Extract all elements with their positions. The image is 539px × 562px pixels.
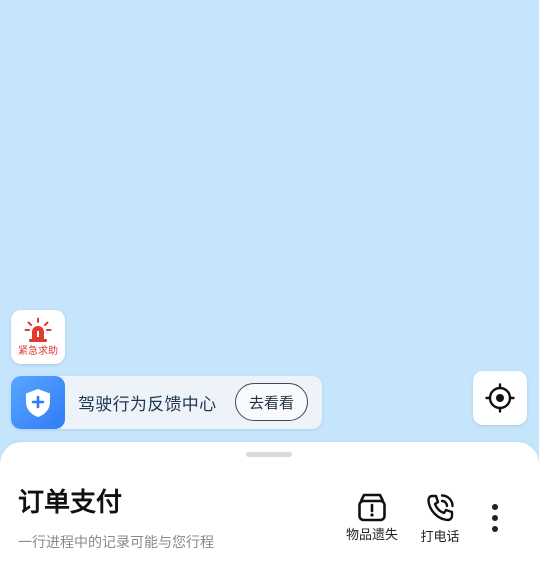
phone-call-icon: [427, 494, 454, 522]
emergency-help-button[interactable]: 紧急求助: [11, 310, 65, 364]
locate-crosshair-icon: [485, 383, 515, 413]
shield-plus-icon: [26, 388, 50, 417]
drag-handle[interactable]: [246, 452, 292, 457]
lost-item-button[interactable]: 物品遗失: [341, 492, 403, 544]
more-vertical-icon: [492, 504, 498, 510]
call-label: 打电话: [420, 530, 460, 545]
shield-badge: [11, 376, 65, 429]
more-options-button[interactable]: [485, 504, 505, 540]
order-bottom-sheet: 订单支付 一行进程中的记录可能与您行程 物品遗失 打电话: [0, 442, 539, 562]
emergency-help-label: 紧急求助: [18, 346, 58, 357]
lost-item-label: 物品遗失: [345, 528, 398, 543]
locate-button[interactable]: [473, 371, 527, 425]
alarm-light-icon: [24, 317, 52, 342]
driving-feedback-text: 驾驶行为反馈中心: [78, 395, 217, 415]
go-see-button[interactable]: 去看看: [235, 383, 308, 421]
page-title: 订单支付: [18, 488, 123, 518]
lost-item-box-icon: [358, 493, 386, 522]
driving-feedback-banner[interactable]: 驾驶行为反馈中心 去看看: [11, 376, 322, 429]
sheet-subtitle: 一行进程中的记录可能与您行程: [18, 535, 214, 551]
call-button[interactable]: 打电话: [414, 492, 466, 546]
